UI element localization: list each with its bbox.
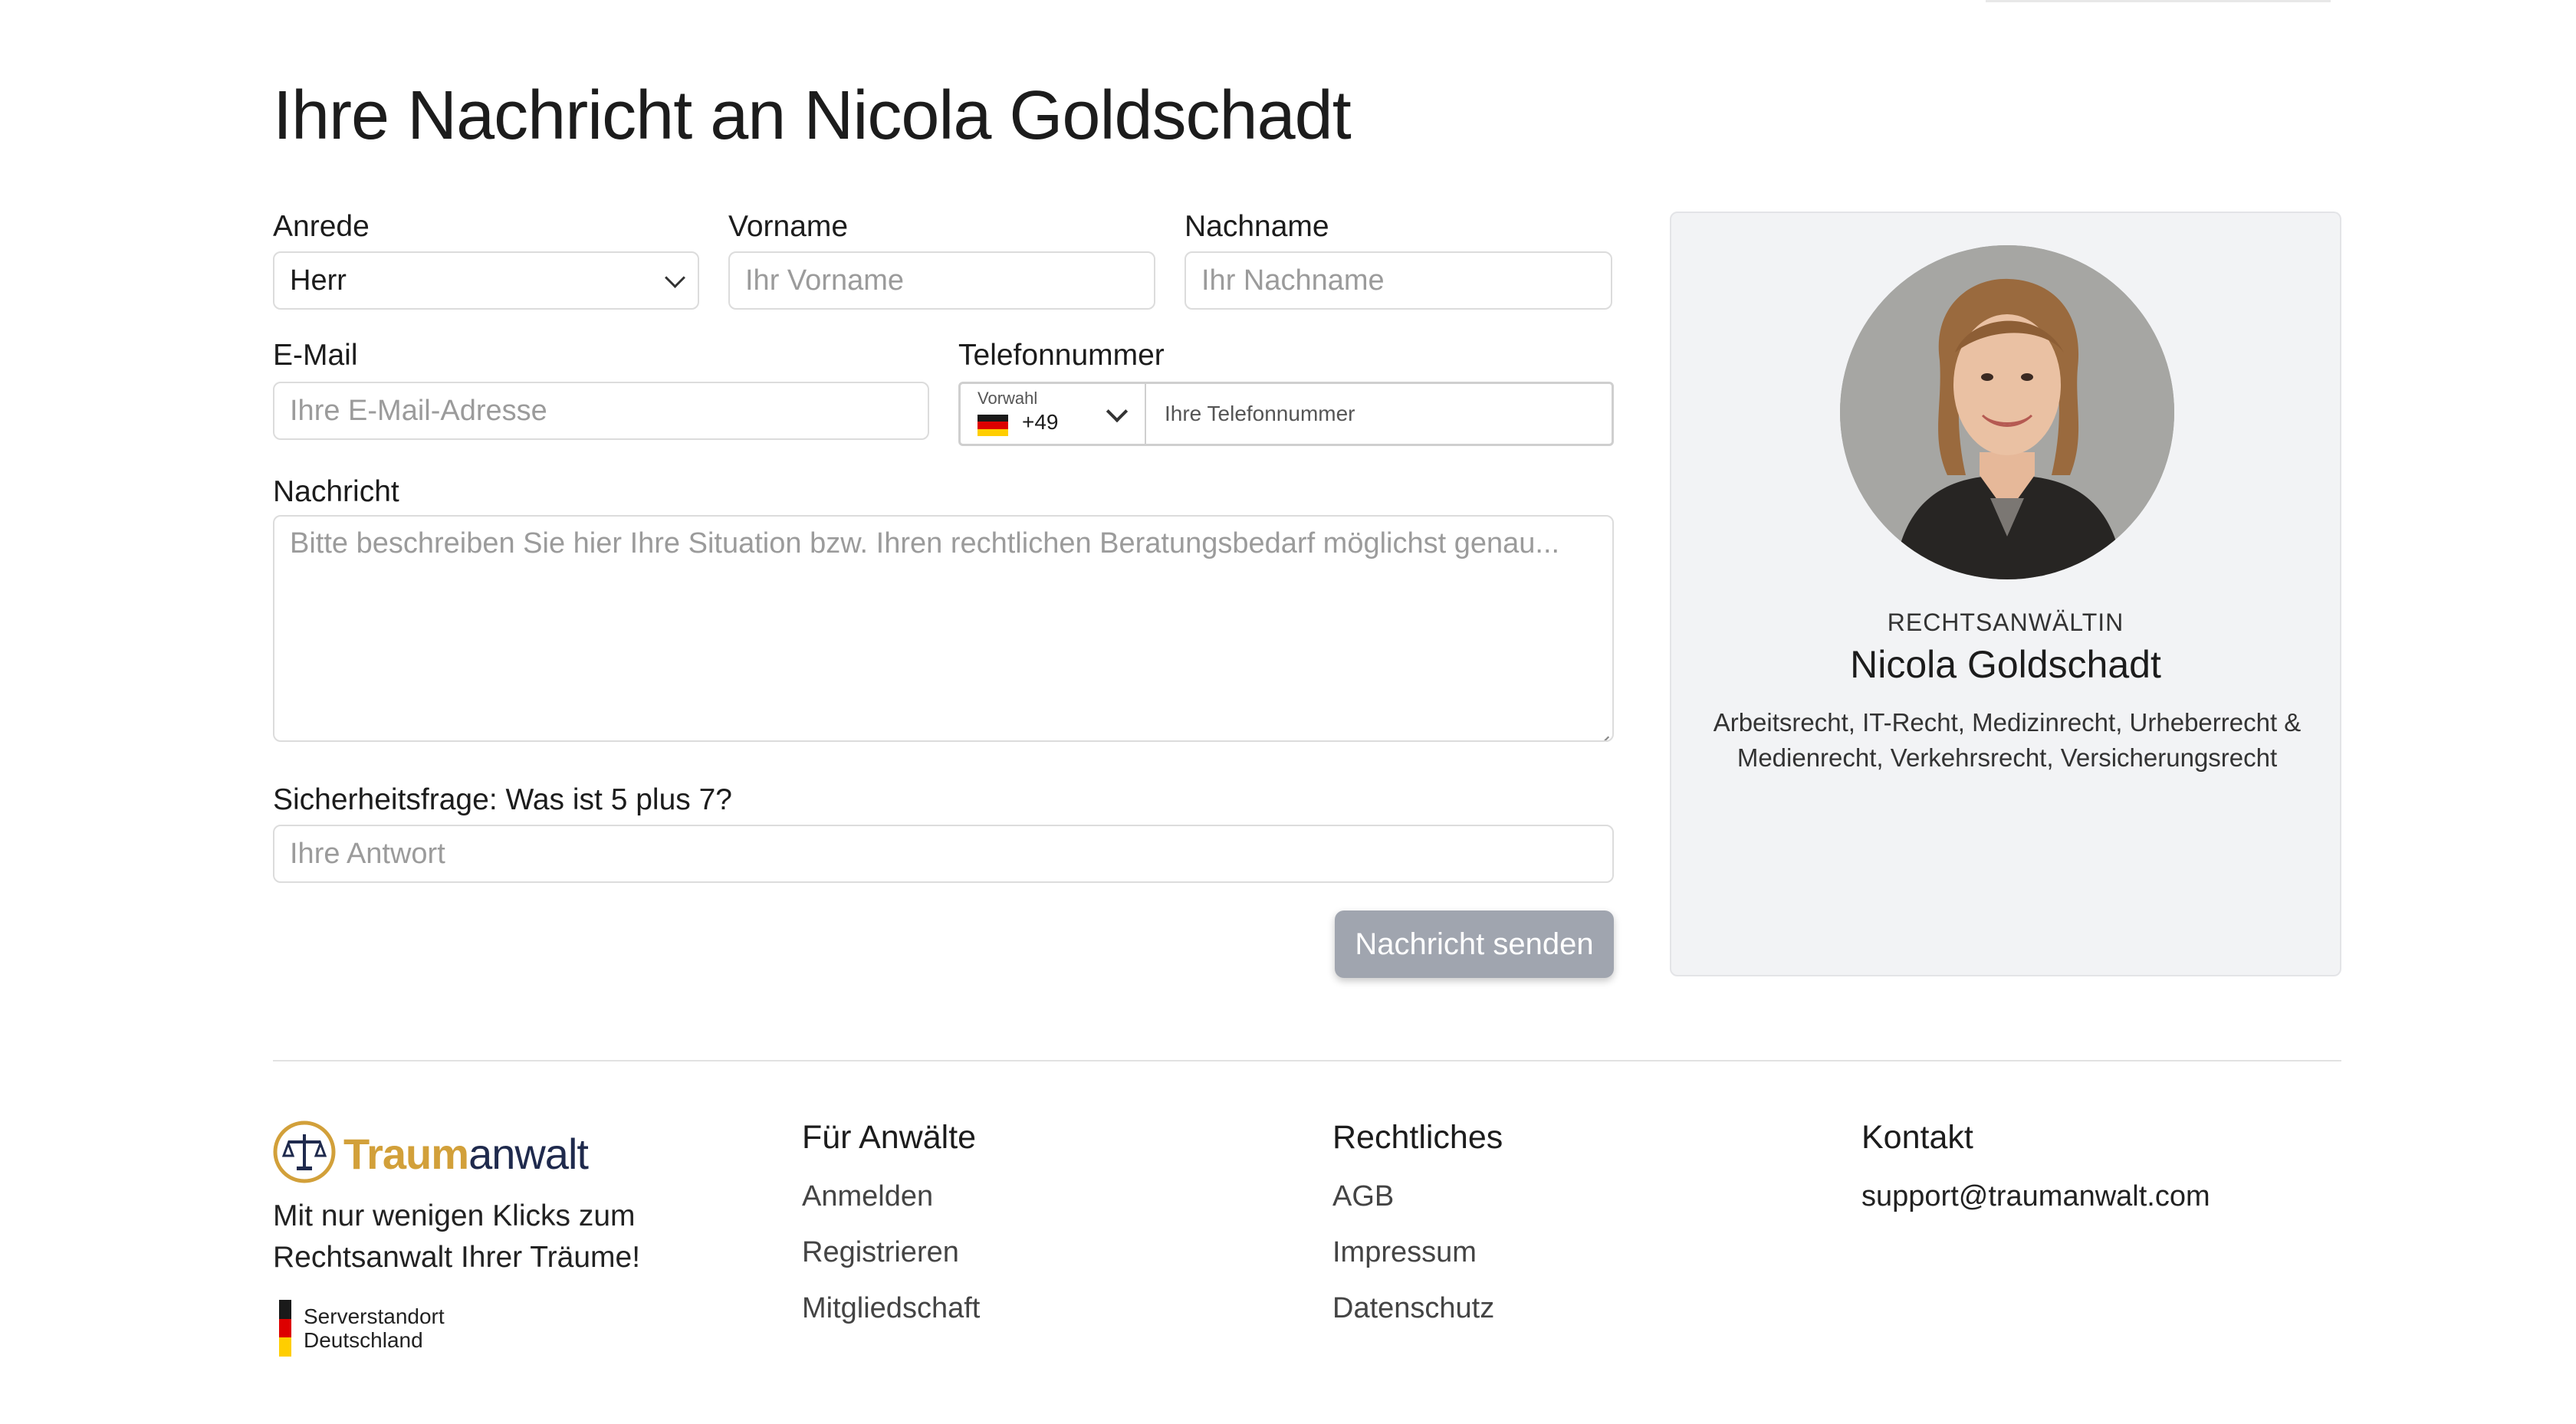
nachname-label: Nachname <box>1184 210 1329 243</box>
nachname-placeholder: Ihr Nachname <box>1201 264 1385 297</box>
chevron-down-icon <box>1106 400 1129 423</box>
anrede-label: Anrede <box>273 210 370 243</box>
vorname-input[interactable]: Ihr Vorname <box>728 251 1155 310</box>
brand-name-part1: Traum <box>343 1130 469 1178</box>
nachricht-label: Nachricht <box>273 475 399 508</box>
sicherheitsfrage-placeholder: Ihre Antwort <box>290 837 445 870</box>
scales-of-justice-icon <box>273 1120 336 1187</box>
brand-logo[interactable]: Traumanwalt <box>273 1120 589 1187</box>
lawyer-role: RECHTSANWÄLTIN <box>1887 609 2124 636</box>
sicherheitsfrage-label: Sicherheitsfrage: Was ist 5 plus 7? <box>273 783 732 816</box>
footer-tagline: Mit nur wenigen Klicks zum Rechtsanwalt … <box>273 1199 641 1274</box>
email-label: E-Mail <box>273 339 358 372</box>
nachname-input[interactable]: Ihr Nachname <box>1184 251 1612 310</box>
server-line1: Serverstandort <box>304 1304 445 1328</box>
germany-flag-icon <box>978 415 1008 436</box>
contact-form: Anrede Herr Vorname Ihr Vorname Nachname… <box>273 207 1614 981</box>
footer-link-mitgliedschaft[interactable]: Mitgliedschaft <box>802 1292 980 1325</box>
lawyer-card: RECHTSANWÄLTIN Nicola Goldschadt Arbeits… <box>1670 212 2341 976</box>
lawyer-name: Nicola Goldschadt <box>1850 643 2161 686</box>
server-line2: Deutschland <box>304 1328 423 1352</box>
telefon-label: Telefonnummer <box>958 339 1165 372</box>
footer-link-agb[interactable]: AGB <box>1332 1180 1394 1213</box>
brand-name-part2: anwalt <box>468 1130 589 1178</box>
footer-column-title-anwaelte: Für Anwälte <box>802 1119 977 1156</box>
email-input[interactable]: Ihre E-Mail-Adresse <box>273 382 929 440</box>
anrede-select[interactable]: Herr <box>273 251 699 310</box>
page-title: Ihre Nachricht an Nicola Goldschadt <box>273 77 1352 154</box>
footer-divider <box>273 1060 2341 1061</box>
footer-link-anmelden[interactable]: Anmelden <box>802 1180 933 1213</box>
top-bar-edge <box>1986 0 2331 2</box>
country-code-select[interactable]: Vorwahl +49 <box>961 384 1146 444</box>
vorname-label: Vorname <box>728 210 849 243</box>
prefix-label: Vorwahl <box>978 389 1038 408</box>
send-message-button[interactable]: Nachricht senden <box>1335 911 1614 978</box>
footer-link-impressum[interactable]: Impressum <box>1332 1236 1477 1269</box>
sicherheitsfrage-input[interactable]: Ihre Antwort <box>273 825 1614 883</box>
footer-link-support-email[interactable]: support@traumanwalt.com <box>1861 1180 2210 1213</box>
nachricht-textarea[interactable]: Bitte beschreiben Sie hier Ihre Situatio… <box>273 515 1614 742</box>
prefix-code: +49 <box>1022 410 1059 434</box>
germany-flag-icon <box>279 1300 291 1357</box>
footer-column-title-kontakt: Kontakt <box>1861 1119 1973 1156</box>
anrede-value: Herr <box>290 264 347 297</box>
nachricht-placeholder: Bitte beschreiben Sie hier Ihre Situatio… <box>290 527 1560 559</box>
vorname-placeholder: Ihr Vorname <box>745 264 904 297</box>
phone-input[interactable]: Ihre Telefonnummer <box>1146 384 1612 444</box>
footer-link-datenschutz[interactable]: Datenschutz <box>1332 1292 1494 1325</box>
phone-field: Vorwahl +49 Ihre Telefonnummer <box>958 382 1614 446</box>
footer-link-registrieren[interactable]: Registrieren <box>802 1236 959 1269</box>
footer-column-title-rechtliches: Rechtliches <box>1332 1119 1503 1156</box>
server-location-badge: Serverstandort Deutschland <box>279 1300 445 1357</box>
phone-placeholder: Ihre Telefonnummer <box>1165 402 1355 425</box>
resize-handle-icon[interactable] <box>1597 725 1609 737</box>
email-placeholder: Ihre E-Mail-Adresse <box>290 394 547 427</box>
chevron-down-icon <box>665 267 685 288</box>
lawyer-portrait <box>1840 245 2174 579</box>
lawyer-practice-areas: Arbeitsrecht, IT-Recht, Medizinrecht, Ur… <box>1713 708 2302 772</box>
